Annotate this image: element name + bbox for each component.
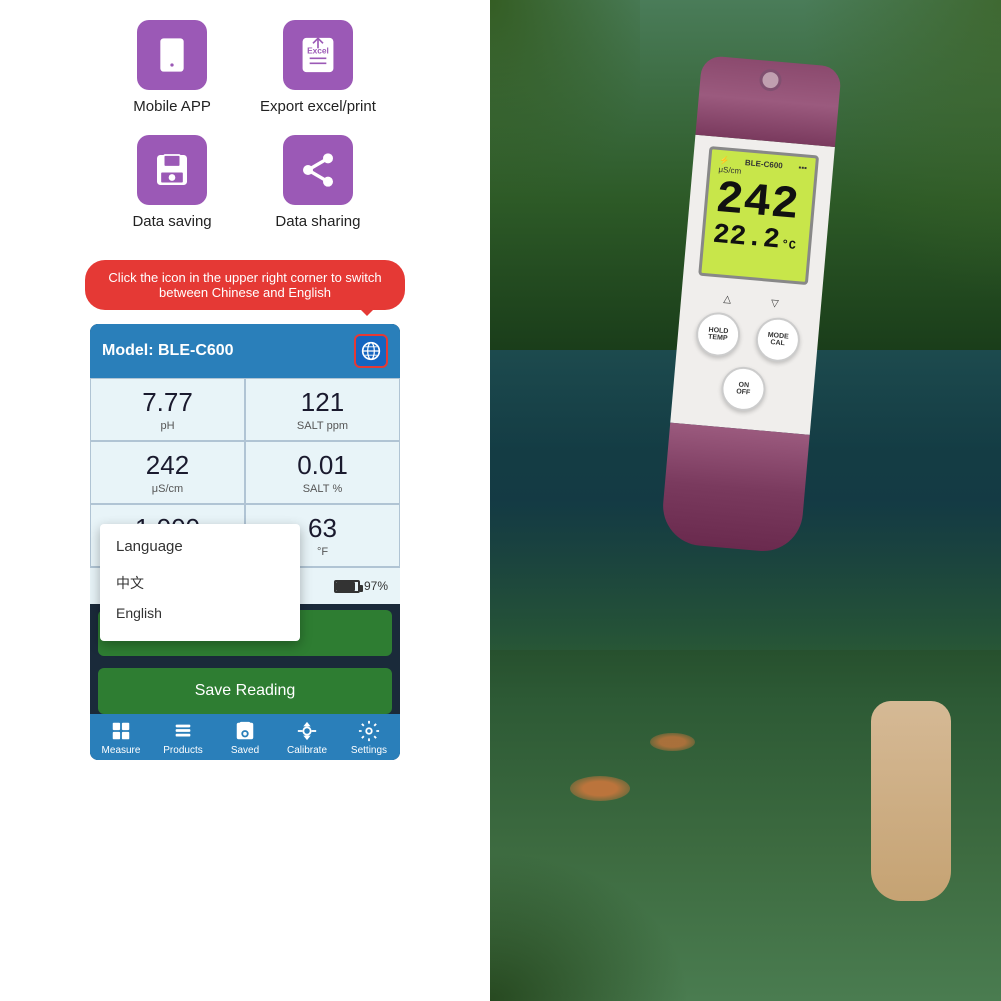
tooltip-text: Click the icon in the upper right corner…	[108, 270, 381, 300]
save-icon	[152, 150, 192, 190]
conductivity-reading-cell: 242 μS/cm	[90, 441, 245, 504]
meter-top-cap	[695, 55, 841, 147]
feature-data-sharing: Data sharing	[260, 135, 376, 230]
globe-icon	[361, 341, 381, 361]
foliage-bottom-left	[490, 851, 690, 1001]
app-screen: Model: BLE-C600 7.77 pH 121 SALT	[90, 324, 400, 760]
language-icon-button[interactable]	[354, 334, 388, 368]
language-dropdown: Language 中文 English	[100, 524, 300, 641]
feature-mobile-app: Mobile APP	[114, 20, 230, 115]
mode-cal-button: MODE CAL	[754, 316, 802, 364]
measure-icon	[110, 720, 132, 742]
on-off-button-row: ON OFF	[719, 365, 767, 413]
salt-ppm-unit: SALT ppm	[256, 420, 389, 432]
nav-item-saved[interactable]: Saved	[214, 720, 276, 756]
features-grid: Mobile APP Excel Export excel/print	[114, 20, 376, 230]
salt-percent-unit: SALT %	[256, 483, 389, 495]
down-arrow: ▽	[770, 298, 779, 310]
app-model-label: Model: BLE-C600	[102, 342, 234, 360]
left-panel: Mobile APP Excel Export excel/print	[0, 0, 490, 1001]
export-excel-icon-box: Excel	[283, 20, 353, 90]
ph-reading-cell: 7.77 pH	[90, 378, 245, 441]
battery-indicator: 97%	[334, 579, 388, 593]
calibrate-icon	[296, 720, 318, 742]
meter-screen: ⚡ BLE-C600 ▪▪▪ μS/cm 242 22.2°C	[698, 146, 819, 285]
hold-temp-button: HOLD TEMP	[694, 311, 742, 359]
language-option-chinese[interactable]: 中文	[116, 567, 284, 599]
language-option-english[interactable]: English	[116, 599, 284, 627]
settings-icon	[358, 720, 380, 742]
mobile-app-icon-box	[137, 20, 207, 90]
salt-ppm-reading-cell: 121 SALT ppm	[245, 378, 400, 441]
salt-percent-reading-cell: 0.01 SALT %	[245, 441, 400, 504]
battery-body	[334, 580, 360, 593]
saved-icon	[234, 720, 256, 742]
conductivity-unit: μS/cm	[101, 483, 234, 495]
nav-item-products[interactable]: Products	[152, 720, 214, 756]
battery-fill	[336, 582, 355, 591]
nav-item-settings[interactable]: Settings	[338, 720, 400, 756]
nav-saved-label: Saved	[231, 745, 259, 756]
mobile-app-label: Mobile APP	[133, 98, 211, 115]
salt-ppm-value: 121	[256, 387, 389, 418]
feature-export-excel: Excel Export excel/print	[260, 20, 376, 115]
nav-calibrate-label: Calibrate	[287, 745, 327, 756]
garden-background: ⚡ BLE-C600 ▪▪▪ μS/cm 242 22.2°C △ ▽	[490, 0, 1001, 1001]
meter-device: ⚡ BLE-C600 ▪▪▪ μS/cm 242 22.2°C △ ▽	[650, 55, 842, 665]
salt-percent-value: 0.01	[256, 450, 389, 481]
data-sharing-icon-box	[283, 135, 353, 205]
share-icon	[298, 150, 338, 190]
nav-measure-label: Measure	[102, 745, 141, 756]
feature-data-saving: Data saving	[114, 135, 230, 230]
conductivity-value: 242	[101, 450, 234, 481]
mobile-icon	[152, 35, 192, 75]
language-dropdown-title: Language	[116, 538, 284, 555]
fish-1	[570, 776, 630, 801]
excel-icon: Excel	[298, 35, 338, 75]
right-panel: ⚡ BLE-C600 ▪▪▪ μS/cm 242 22.2°C △ ▽	[490, 0, 1001, 1001]
products-icon	[172, 720, 194, 742]
ph-unit: pH	[101, 420, 234, 432]
up-arrow: △	[723, 294, 732, 306]
fish-2	[650, 733, 695, 751]
meter-bottom-cap	[659, 423, 809, 555]
nav-item-calibrate[interactable]: Calibrate	[276, 720, 338, 756]
ph-value: 7.77	[101, 387, 234, 418]
export-excel-label: Export excel/print	[260, 98, 376, 115]
meter-body: ⚡ BLE-C600 ▪▪▪ μS/cm 242 22.2°C △ ▽	[670, 135, 835, 435]
arrow-buttons-row: △ ▽	[723, 294, 779, 310]
on-off-button: ON OFF	[719, 365, 767, 413]
foliage-left	[490, 0, 640, 200]
nav-products-label: Products	[163, 745, 202, 756]
app-header: Model: BLE-C600	[90, 324, 400, 378]
save-reading-button[interactable]: Save Reading	[98, 668, 392, 714]
nav-item-measure[interactable]: Measure	[90, 720, 152, 756]
data-saving-icon-box	[137, 135, 207, 205]
data-saving-label: Data saving	[132, 213, 211, 230]
meter-main-buttons-row: HOLD TEMP MODE CAL	[694, 311, 801, 364]
bottom-nav: Measure Products Saved	[90, 714, 400, 760]
hand-area	[861, 701, 961, 951]
battery-percent: 97%	[364, 579, 388, 593]
hand-shape	[871, 701, 951, 901]
nav-settings-label: Settings	[351, 745, 387, 756]
meter-buttons-area: △ ▽ HOLD TEMP MODE CAL	[681, 283, 812, 424]
data-sharing-label: Data sharing	[275, 213, 360, 230]
tooltip-bubble: Click the icon in the upper right corner…	[85, 260, 405, 310]
